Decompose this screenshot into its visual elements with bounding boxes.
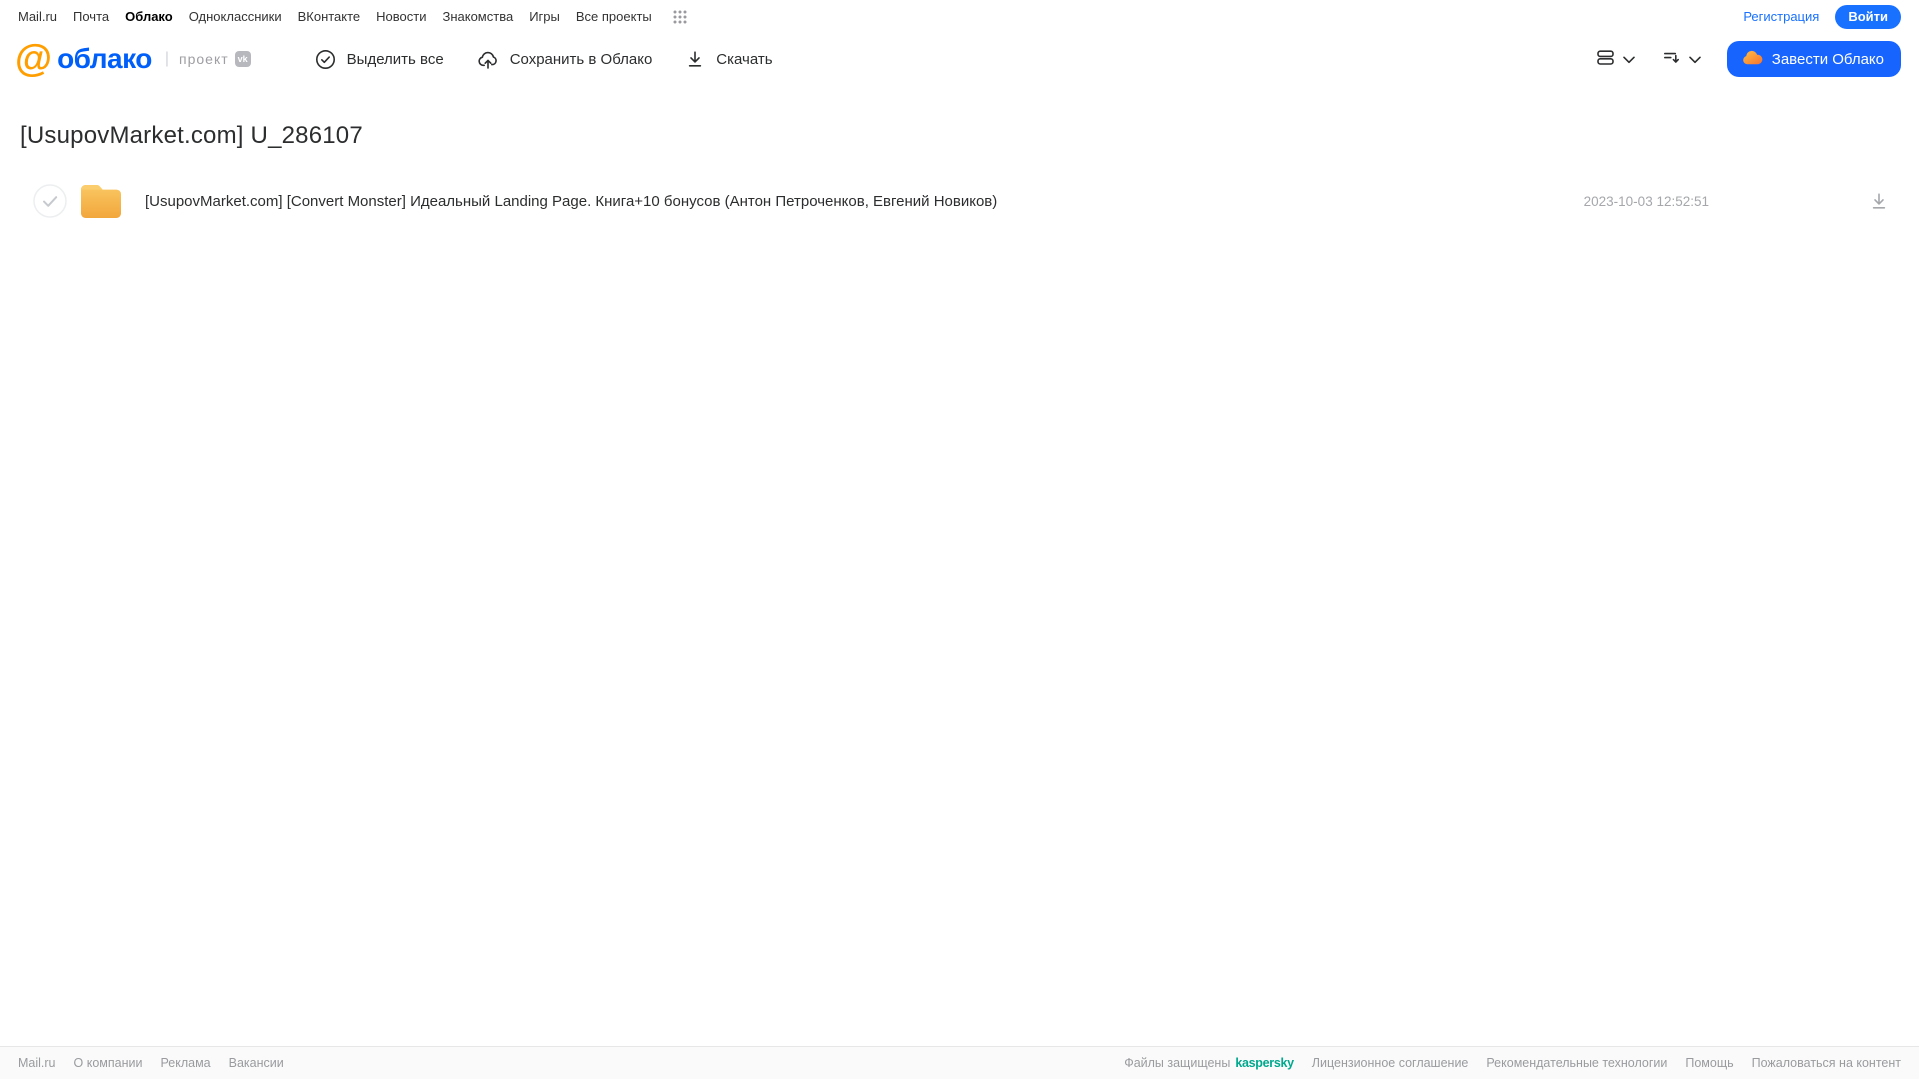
- select-all-button[interactable]: Выделить все: [315, 49, 444, 70]
- footer-link-help[interactable]: Помощь: [1685, 1056, 1733, 1070]
- portal-link-igry[interactable]: Игры: [529, 9, 560, 24]
- download-button[interactable]: Скачать: [685, 49, 773, 69]
- folder-icon: [79, 184, 123, 218]
- apps-grid-icon[interactable]: [672, 9, 688, 25]
- login-button[interactable]: Войти: [1835, 4, 1901, 29]
- cloud-header: @ облако | проект vk Выделить все Сохран…: [0, 33, 1919, 85]
- cloud-upload-icon: [477, 49, 499, 70]
- footer-link-report-content[interactable]: Пожаловаться на контент: [1752, 1056, 1901, 1070]
- mailru-at-icon: @: [15, 38, 52, 80]
- get-cloud-button-label: Завести Облако: [1771, 50, 1884, 68]
- vk-logo-icon: vk: [234, 51, 251, 67]
- cloud-logo[interactable]: @ облако | проект vk: [15, 40, 251, 78]
- portal-link-vse-proekty[interactable]: Все проекты: [576, 9, 652, 24]
- chevron-down-icon: [1622, 52, 1635, 67]
- footer-link-mailru[interactable]: Mail.ru: [18, 1056, 56, 1070]
- file-row[interactable]: [UsupovMarket.com] [Convert Monster] Иде…: [0, 178, 1919, 224]
- get-cloud-button[interactable]: Завести Облако: [1726, 41, 1901, 77]
- sort-dropdown[interactable]: [1661, 47, 1701, 71]
- footer-right-links: Файлы защищены kaspersky Лицензионное со…: [1124, 1056, 1901, 1070]
- download-label: Скачать: [716, 50, 773, 68]
- actions-toolbar: Выделить все Сохранить в Облако Скачать: [315, 49, 773, 70]
- row-download-button[interactable]: [1869, 191, 1889, 211]
- footer: Mail.ru О компании Реклама Вакансии Файл…: [0, 1046, 1919, 1079]
- chevron-down-icon: [1688, 52, 1701, 67]
- portal-link-vkontakte[interactable]: ВКонтакте: [298, 9, 361, 24]
- select-all-label: Выделить все: [346, 50, 444, 68]
- list-view-icon: [1595, 47, 1616, 71]
- row-checkbox[interactable]: [33, 184, 67, 218]
- project-label: проект: [179, 51, 229, 67]
- portal-bar: Mail.ru Почта Облако Одноклассники ВКонт…: [0, 0, 1919, 33]
- cloud-logo-text: облако: [57, 43, 152, 74]
- portal-link-pochta[interactable]: Почта: [73, 9, 109, 24]
- save-to-cloud-label: Сохранить в Облако: [509, 50, 653, 68]
- footer-link-license[interactable]: Лицензионное соглашение: [1312, 1056, 1469, 1070]
- portal-auth: Регистрация Войти: [1743, 4, 1901, 29]
- view-mode-dropdown[interactable]: [1595, 47, 1635, 71]
- logo-divider: |: [164, 50, 170, 67]
- cloud-icon: [1741, 48, 1763, 71]
- footer-left-links: Mail.ru О компании Реклама Вакансии: [18, 1056, 284, 1070]
- footer-link-jobs[interactable]: Вакансии: [229, 1056, 284, 1070]
- portal-link-oblako[interactable]: Облако: [125, 9, 173, 24]
- file-name[interactable]: [UsupovMarket.com] [Convert Monster] Иде…: [145, 193, 1584, 210]
- portal-link-mailru[interactable]: Mail.ru: [18, 9, 57, 24]
- portal-link-znakomstva[interactable]: Знакомства: [442, 9, 513, 24]
- footer-link-ads[interactable]: Реклама: [160, 1056, 210, 1070]
- sort-icon: [1661, 47, 1682, 71]
- save-to-cloud-button[interactable]: Сохранить в Облако: [477, 49, 653, 70]
- footer-link-about[interactable]: О компании: [74, 1056, 143, 1070]
- header-right-controls: Завести Облако: [1595, 41, 1901, 77]
- footer-link-recommendation-tech[interactable]: Рекомендательные технологии: [1486, 1056, 1667, 1070]
- protected-label: Файлы защищены: [1124, 1056, 1231, 1070]
- download-icon: [685, 49, 705, 69]
- portal-link-odnoklassniki[interactable]: Одноклассники: [189, 9, 282, 24]
- check-circle-icon: [315, 49, 336, 70]
- file-list: [UsupovMarket.com] [Convert Monster] Иде…: [0, 178, 1919, 224]
- page-title: [UsupovMarket.com] U_286107: [20, 122, 363, 149]
- kaspersky-logo[interactable]: kaspersky: [1235, 1056, 1294, 1070]
- registration-link[interactable]: Регистрация: [1743, 9, 1819, 24]
- kaspersky-protection: Файлы защищены kaspersky: [1124, 1056, 1294, 1070]
- portal-nav: Mail.ru Почта Облако Одноклассники ВКонт…: [18, 9, 688, 25]
- main-content: [UsupovMarket.com] U_286107 [UsupovMarke…: [0, 85, 1919, 1046]
- portal-link-novosti[interactable]: Новости: [376, 9, 426, 24]
- file-modified-date: 2023-10-03 12:52:51: [1583, 193, 1709, 209]
